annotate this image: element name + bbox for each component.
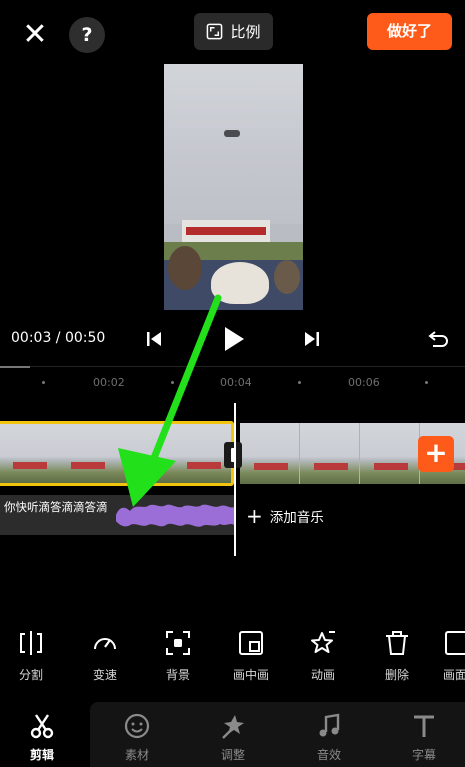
ratio-button[interactable]: 比例 bbox=[194, 13, 273, 50]
add-music-label: 添加音乐 bbox=[269, 510, 324, 526]
music-icon bbox=[319, 713, 340, 737]
tool-speed[interactable]: 变速 bbox=[75, 628, 135, 683]
audio-track[interactable]: 你快听滴答滴滴答滴 bbox=[0, 495, 234, 535]
ruler-line bbox=[0, 366, 465, 367]
tool-pip[interactable]: 画中画 bbox=[221, 628, 281, 683]
clip-thumbnail bbox=[57, 424, 117, 483]
speed-icon bbox=[94, 638, 116, 650]
nav-label: 素材 bbox=[124, 748, 149, 762]
ruler-dot bbox=[298, 381, 301, 384]
audio-label: 你快听滴答滴滴答滴 bbox=[4, 500, 108, 514]
preview-spectator bbox=[274, 260, 300, 294]
preview-sign bbox=[186, 227, 266, 235]
nav-label: 字幕 bbox=[411, 748, 436, 762]
tool-animation[interactable]: 动画 bbox=[293, 628, 353, 683]
nav-label: 调整 bbox=[220, 748, 245, 762]
close-button[interactable]: ✕ bbox=[18, 20, 52, 50]
split-icon bbox=[20, 631, 42, 655]
play-icon bbox=[225, 327, 244, 351]
aspect-ratio-icon bbox=[207, 23, 223, 40]
adjust-icon bbox=[222, 715, 244, 739]
preview-spectator bbox=[168, 246, 202, 290]
clip-thumbnail bbox=[115, 424, 175, 483]
ratio-label: 比例 bbox=[230, 23, 261, 41]
help-button[interactable]: ? bbox=[69, 17, 105, 53]
nav-adjust[interactable]: 调整 bbox=[193, 712, 273, 763]
clip-thumbnail bbox=[300, 423, 360, 484]
tool-label: 画面 bbox=[442, 668, 465, 682]
nav-edit[interactable]: 剪辑 bbox=[2, 712, 82, 763]
add-clip-button[interactable]: + bbox=[418, 436, 454, 472]
clip-thumbnail bbox=[240, 423, 300, 484]
nav-label: 剪辑 bbox=[29, 748, 54, 762]
ruler-dot bbox=[425, 381, 428, 384]
ruler-dot bbox=[171, 381, 174, 384]
tool-label: 变速 bbox=[92, 668, 117, 682]
scissors-icon bbox=[30, 714, 54, 739]
tool-label: 删除 bbox=[384, 668, 409, 682]
undo-icon bbox=[428, 331, 448, 347]
tool-label: 动画 bbox=[310, 668, 335, 682]
preview-cap bbox=[211, 262, 269, 304]
tool-label: 画中画 bbox=[232, 668, 269, 682]
ruler-tick: 00:06 bbox=[348, 376, 380, 389]
pip-icon bbox=[239, 631, 263, 655]
progress-indicator bbox=[0, 366, 30, 368]
clip-thumbnail bbox=[0, 424, 59, 483]
nav-sticker[interactable]: 素材 bbox=[97, 712, 177, 763]
tool-split[interactable]: 分割 bbox=[1, 628, 61, 683]
nav-sound[interactable]: 音效 bbox=[289, 712, 369, 763]
playhead[interactable] bbox=[234, 403, 236, 556]
frame-icon bbox=[445, 631, 465, 655]
text-icon bbox=[414, 715, 434, 737]
nav-text[interactable]: 字幕 bbox=[384, 712, 464, 763]
tool-label: 背景 bbox=[165, 668, 190, 682]
play-button[interactable] bbox=[220, 325, 248, 353]
background-icon bbox=[166, 631, 190, 655]
skip-start-icon bbox=[147, 332, 161, 346]
tool-background[interactable]: 背景 bbox=[148, 628, 208, 683]
add-music-button[interactable]: + 添加音乐 bbox=[246, 506, 324, 526]
nav-label: 音效 bbox=[316, 748, 341, 762]
time-display: 00:03 / 00:50 bbox=[11, 330, 106, 346]
delete-icon bbox=[386, 631, 408, 655]
tool-delete[interactable]: 删除 bbox=[367, 628, 427, 683]
preview-sky bbox=[164, 64, 303, 224]
ruler-tick: 00:04 bbox=[220, 376, 252, 389]
ruler-tick: 00:02 bbox=[93, 376, 125, 389]
preview-jet bbox=[224, 130, 240, 137]
skip-start-button[interactable] bbox=[143, 325, 165, 353]
animation-icon bbox=[311, 631, 335, 653]
ruler-dot bbox=[42, 381, 45, 384]
video-preview[interactable] bbox=[164, 64, 303, 310]
undo-button[interactable] bbox=[426, 325, 452, 353]
sticker-icon bbox=[124, 713, 150, 739]
plus-icon: + bbox=[246, 504, 263, 528]
tool-frame[interactable]: 画面 bbox=[435, 628, 465, 683]
skip-end-button[interactable] bbox=[301, 325, 323, 353]
video-clip-selected[interactable] bbox=[0, 421, 234, 486]
skip-end-icon bbox=[305, 332, 319, 346]
tool-label: 分割 bbox=[18, 668, 43, 682]
done-button[interactable]: 做好了 bbox=[367, 13, 452, 50]
clip-thumbnail bbox=[360, 423, 420, 484]
